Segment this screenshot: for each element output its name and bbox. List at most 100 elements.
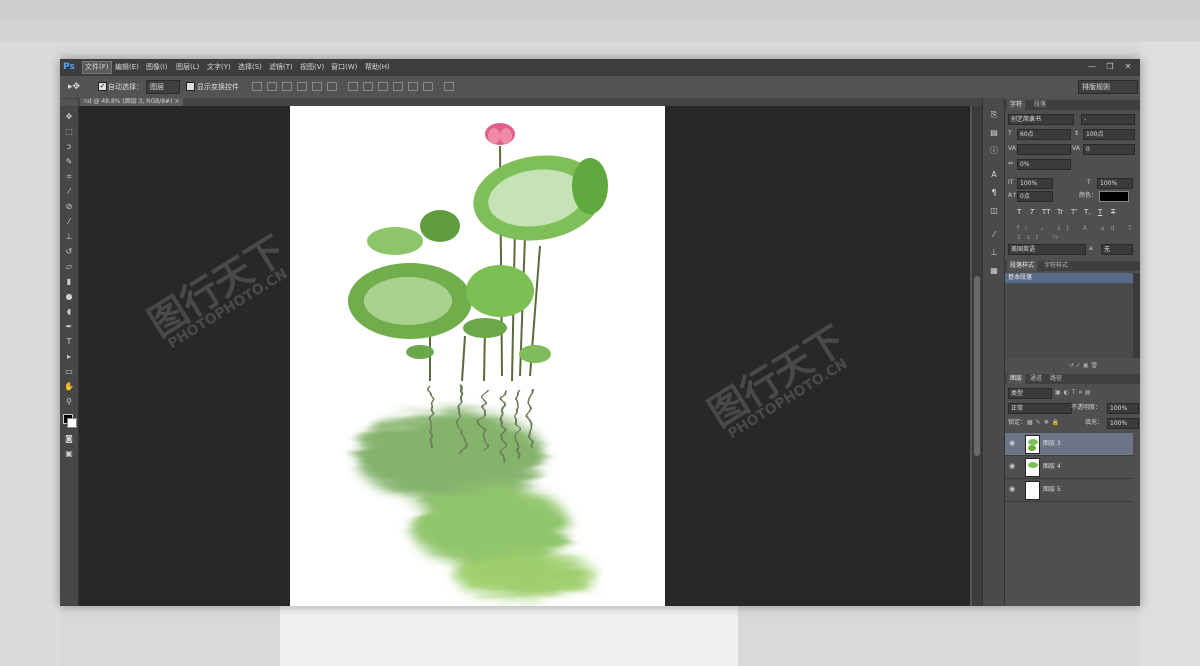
layer-row[interactable]: ◉ 图层 3 [1005, 433, 1133, 456]
restore-button[interactable]: ❐ [1102, 61, 1118, 73]
tracking-field[interactable]: 0 [1083, 144, 1135, 155]
history-icon[interactable]: ⎘ [988, 110, 1000, 120]
horizontal-scale-field[interactable]: 100% [1097, 178, 1133, 189]
hand-tool-icon[interactable]: ✋ [63, 382, 75, 392]
font-size-field[interactable]: 60点 [1017, 129, 1071, 140]
move-tool-icon[interactable]: ✥ [63, 112, 75, 122]
layer-row[interactable]: ◉ 图层 5 [1005, 479, 1133, 502]
styles-footer-icons[interactable]: ↺ ✓ ▣ 🗑 [1069, 361, 1098, 370]
align-top-icon[interactable] [252, 82, 262, 91]
clone-stamp-icon[interactable]: ⊥ [63, 232, 75, 242]
menu-layer[interactable]: 图层(L) [174, 62, 201, 73]
tab-layers[interactable]: 图层 [1007, 374, 1026, 384]
quick-mask-icon[interactable]: ◙ [63, 434, 75, 444]
menu-type[interactable]: 文字(Y) [205, 62, 233, 73]
align-left-icon[interactable] [297, 82, 307, 91]
quick-select-icon[interactable]: ✎ [63, 157, 75, 167]
align-vcenter-icon[interactable] [267, 82, 277, 91]
font-style-dropdown[interactable]: - [1081, 114, 1135, 125]
character-icon[interactable]: A [988, 170, 1000, 180]
kerning-field[interactable] [1017, 144, 1071, 155]
auto-select-checkbox[interactable]: ✓ [98, 82, 107, 91]
auto-align-icon[interactable] [444, 82, 454, 91]
shape-tool-icon[interactable]: ▭ [63, 367, 75, 377]
language-dropdown[interactable]: 美国英语 [1008, 244, 1086, 255]
menu-edit[interactable]: 编辑(E) [113, 62, 141, 73]
pen-tool-icon[interactable]: ✒ [63, 322, 75, 332]
type-tool-icon[interactable]: T [63, 337, 75, 347]
styles-icon[interactable]: ◫ [988, 206, 1000, 216]
auto-select-dropdown[interactable]: 图层 [146, 80, 180, 94]
menu-image[interactable]: 图像(I) [144, 62, 170, 73]
underline-button[interactable]: T [1098, 208, 1102, 217]
layer-filter-dropdown[interactable]: 类型 [1008, 388, 1052, 399]
canvas-area[interactable]: 图行天下 PHOTOPHOTO.CN 图行天下 PHOTOPHOTO.CN [79, 106, 970, 606]
move-tool-icon[interactable]: ▸✥ [68, 82, 80, 92]
screen-mode-icon[interactable]: ▣ [63, 449, 75, 459]
vertical-scrollbar[interactable] [972, 106, 982, 606]
tab-paths[interactable]: 路径 [1047, 374, 1065, 384]
path-select-icon[interactable]: ▸ [63, 352, 75, 362]
marquee-tool-icon[interactable]: ⬚ [63, 127, 75, 137]
menu-select[interactable]: 选择(S) [236, 62, 264, 73]
history-brush-icon[interactable]: ↺ [63, 247, 75, 257]
antialias-dropdown[interactable]: 无 [1101, 244, 1133, 255]
leading-field[interactable]: 100点 [1083, 129, 1135, 140]
eyedropper-icon[interactable]: ⁄ [63, 187, 75, 197]
basic-paragraph-style[interactable]: 基本段落 [1005, 273, 1136, 283]
baseline-field[interactable]: 0点 [1017, 191, 1053, 202]
distribute-top-icon[interactable] [348, 82, 358, 91]
show-transform-checkbox[interactable] [186, 82, 195, 91]
opacity-field[interactable]: 100% [1107, 403, 1139, 414]
menu-help[interactable]: 帮助(H) [363, 62, 392, 73]
subscript-button[interactable]: T, [1084, 208, 1091, 217]
align-hcenter-icon[interactable] [312, 82, 322, 91]
crop-tool-icon[interactable]: ⌗ [63, 172, 75, 182]
lock-icons[interactable]: ▦✎✥🔒 [1027, 418, 1062, 427]
scrollbar-thumb[interactable] [974, 276, 980, 456]
menu-file[interactable]: 文件(F) [82, 61, 112, 74]
distribute-right-icon[interactable] [423, 82, 433, 91]
small-caps-button[interactable]: Tr [1057, 208, 1063, 217]
vertical-scale-field[interactable]: 100% [1017, 178, 1053, 189]
superscript-button[interactable]: T' [1071, 208, 1077, 217]
strikethrough-button[interactable]: T [1111, 208, 1115, 217]
layer-row[interactable]: ◉ 图层 4 [1005, 456, 1133, 479]
layer-filter-icons[interactable]: ▣◐T⌗▤ [1055, 388, 1094, 397]
align-bottom-icon[interactable] [282, 82, 292, 91]
paragraph-icon[interactable]: ¶ [988, 188, 1000, 198]
eye-icon[interactable]: ◉ [1009, 440, 1017, 447]
distribute-hcenter-icon[interactable] [408, 82, 418, 91]
distribute-left-icon[interactable] [393, 82, 403, 91]
distribute-vcenter-icon[interactable] [363, 82, 373, 91]
text-color-swatch[interactable] [1099, 191, 1129, 202]
info-icon[interactable]: ⓘ [988, 146, 1000, 156]
distribute-bottom-icon[interactable] [378, 82, 388, 91]
brush-presets-icon[interactable]: ⁄ [988, 230, 1000, 240]
document-canvas[interactable] [290, 106, 665, 606]
align-right-icon[interactable] [327, 82, 337, 91]
tool-presets-icon[interactable]: ▦ [988, 266, 1000, 276]
brush-tool-icon[interactable]: ⁄ [63, 217, 75, 227]
lasso-tool-icon[interactable]: ↄ [63, 142, 75, 152]
eye-icon[interactable]: ◉ [1009, 486, 1017, 493]
menu-filter[interactable]: 滤镜(T) [267, 62, 295, 73]
blend-mode-dropdown[interactable]: 正常 [1008, 403, 1072, 414]
styles-scrollbar[interactable] [1133, 273, 1140, 358]
zoom-tool-icon[interactable]: ⚲ [63, 397, 75, 407]
tab-character-styles[interactable]: 字符样式 [1041, 261, 1071, 271]
opentype-buttons[interactable]: fi ℴ st A ad T 1st ½ [1017, 224, 1140, 242]
gradient-tool-icon[interactable]: ▮ [63, 277, 75, 287]
eye-icon[interactable]: ◉ [1009, 463, 1017, 470]
menu-view[interactable]: 视图(V) [298, 62, 326, 73]
close-button[interactable]: ✕ [1120, 61, 1136, 73]
eraser-tool-icon[interactable]: ▱ [63, 262, 75, 272]
properties-icon[interactable]: ▤ [988, 128, 1000, 138]
menu-window[interactable]: 窗口(W) [329, 62, 359, 73]
font-family-dropdown[interactable]: 创艺简隶书 [1008, 114, 1074, 125]
document-tab[interactable]: nd @ 48.8% (图层 3, RGB/8#) × [80, 98, 184, 106]
dodge-tool-icon[interactable]: ◖ [63, 307, 75, 317]
faux-italic-button[interactable]: T [1030, 208, 1034, 217]
blur-tool-icon[interactable]: ● [63, 292, 75, 302]
background-color-swatch[interactable] [67, 418, 77, 428]
